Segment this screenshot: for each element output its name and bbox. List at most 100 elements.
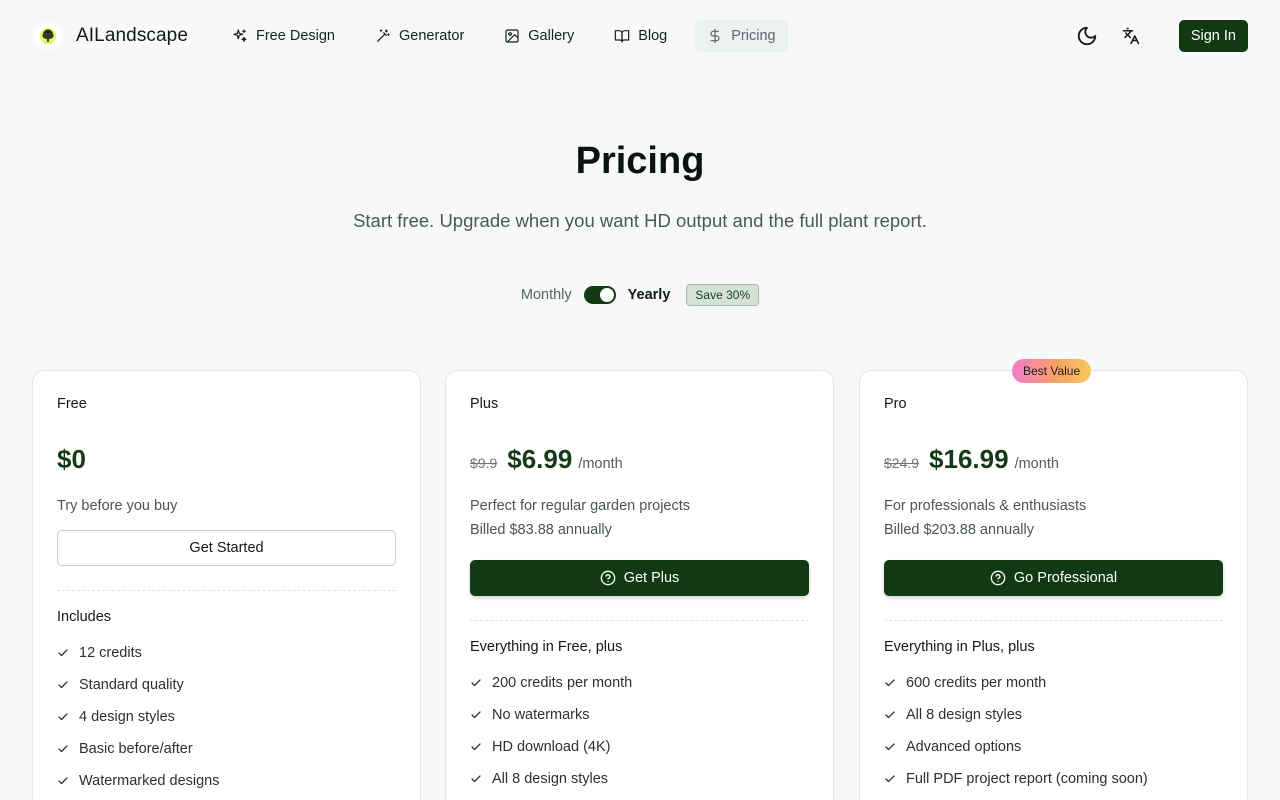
list-item: 12 credits	[57, 637, 396, 669]
list-item: All 8 design styles	[884, 699, 1223, 731]
price-row: $9.9 $6.99 /month	[470, 444, 809, 478]
feature-text: 12 credits	[79, 645, 142, 661]
image-icon	[505, 29, 519, 43]
plan-description: Perfect for regular garden projects	[470, 498, 691, 514]
plan-card-free: Free $0 Try before you buy Get Started I…	[32, 370, 421, 800]
sign-in-button[interactable]: Sign In	[1178, 20, 1248, 52]
theme-toggle-button[interactable]	[1071, 20, 1103, 52]
divider	[884, 620, 1223, 621]
translate-icon	[1122, 27, 1140, 45]
get-plus-button[interactable]: Get Plus	[470, 560, 809, 596]
button-label: Go Professional	[1013, 570, 1118, 586]
feature-text: 600 credits per month	[906, 675, 1047, 691]
yearly-label[interactable]: Yearly	[628, 287, 671, 303]
list-item: All 8 design styles	[470, 763, 809, 795]
top-header: AILandscape Free Design Generator Galler…	[0, 0, 1280, 72]
go-professional-button[interactable]: Go Professional	[884, 560, 1223, 596]
divider	[57, 590, 396, 591]
list-item: Basic before/after	[57, 733, 396, 765]
feature-list: 600 credits per month All 8 design style…	[884, 667, 1223, 795]
feature-list: 200 credits per month No watermarks HD d…	[470, 667, 809, 795]
feature-text: 200 credits per month	[492, 675, 633, 691]
price-row: $0	[57, 444, 396, 478]
feature-text: Advanced options	[906, 739, 1022, 755]
nav-generator[interactable]: Generator	[363, 20, 476, 52]
list-item: Full PDF project report (coming soon)	[884, 763, 1223, 795]
feature-text: No watermarks	[492, 707, 590, 723]
language-button[interactable]	[1115, 20, 1147, 52]
check-icon	[885, 711, 895, 719]
billing-switch[interactable]	[583, 286, 616, 304]
features-title: Includes	[57, 609, 112, 625]
magic-wand-icon	[377, 29, 390, 42]
nav-label: Free Design	[256, 28, 335, 44]
check-icon	[58, 713, 68, 721]
header-actions: Sign In	[1071, 20, 1248, 52]
get-started-button[interactable]: Get Started	[57, 530, 396, 566]
price-period: /month	[1014, 456, 1059, 472]
save-badge: Save 30%	[686, 284, 760, 306]
check-icon	[885, 775, 895, 783]
check-icon	[58, 777, 68, 785]
help-circle-icon	[600, 570, 616, 586]
plan-name: Plus	[470, 396, 499, 412]
plan-card-pro: Best Value Pro $24.9 $16.99 /month For p…	[859, 359, 1248, 800]
nav-gallery[interactable]: Gallery	[492, 20, 586, 52]
check-icon	[58, 681, 68, 689]
list-item: Watermarked designs	[57, 765, 396, 797]
feature-text: Watermarked designs	[79, 773, 220, 789]
feature-text: Full PDF project report (coming soon)	[906, 771, 1148, 787]
page-subtitle: Start free. Upgrade when you want HD out…	[353, 210, 927, 231]
check-icon	[471, 679, 481, 687]
feature-text: 4 design styles	[79, 709, 175, 725]
list-item: No watermarks	[470, 699, 809, 731]
billed-note: Billed $203.88 annually	[884, 522, 1034, 538]
nav-pricing[interactable]: Pricing	[695, 20, 788, 52]
nav-label: Generator	[398, 28, 465, 44]
nav-label: Blog	[638, 28, 668, 44]
plan-price: $0	[57, 444, 86, 474]
features-title: Everything in Plus, plus	[884, 639, 1035, 655]
nav-label: Gallery	[528, 28, 575, 44]
old-price: $24.9	[884, 455, 920, 471]
list-item: Standard quality	[57, 669, 396, 701]
main-nav: Free Design Generator Gallery Blog Prici…	[220, 20, 804, 52]
button-label: Get Plus	[623, 570, 680, 586]
plan-price: $16.99	[929, 444, 1009, 474]
check-icon	[885, 743, 895, 751]
plan-description: Try before you buy	[57, 498, 178, 514]
billed-note: Billed $83.88 annually	[470, 522, 612, 538]
feature-text: HD download (4K)	[492, 739, 611, 755]
plan-description: For professionals & enthusiasts	[884, 498, 1087, 514]
list-item: Advanced options	[884, 731, 1223, 763]
feature-text: Basic before/after	[79, 741, 193, 757]
nav-blog[interactable]: Blog	[602, 20, 679, 52]
logo[interactable]: AILandscape	[34, 22, 188, 50]
plan-name: Pro	[884, 396, 907, 412]
tree-logo-icon	[34, 22, 62, 50]
logo-text: AILandscape	[76, 25, 189, 46]
feature-text: All 8 design styles	[906, 707, 1023, 723]
check-icon	[58, 745, 68, 753]
feature-list: 12 credits Standard quality 4 design sty…	[57, 637, 396, 797]
dollar-icon	[710, 28, 720, 44]
sparkles-icon	[233, 29, 247, 42]
check-icon	[471, 743, 481, 751]
plan-name: Free	[57, 396, 87, 412]
divider	[470, 620, 809, 621]
feature-text: All 8 design styles	[492, 771, 609, 787]
old-price: $9.9	[470, 455, 498, 471]
price-period: /month	[578, 456, 623, 472]
page-title: Pricing	[575, 140, 705, 182]
moon-icon	[1077, 26, 1097, 46]
nav-free-design[interactable]: Free Design	[220, 20, 347, 52]
monthly-label[interactable]: Monthly	[521, 287, 572, 303]
features-title: Everything in Free, plus	[470, 639, 623, 655]
switch-knob	[599, 288, 614, 302]
check-icon	[471, 775, 481, 783]
list-item: HD download (4K)	[470, 731, 809, 763]
plan-card-plus: Plus $9.9 $6.99 /month Perfect for regul…	[445, 370, 834, 800]
feature-text: Standard quality	[79, 677, 184, 693]
list-item: 600 credits per month	[884, 667, 1223, 699]
plan-price: $6.99	[507, 444, 573, 474]
